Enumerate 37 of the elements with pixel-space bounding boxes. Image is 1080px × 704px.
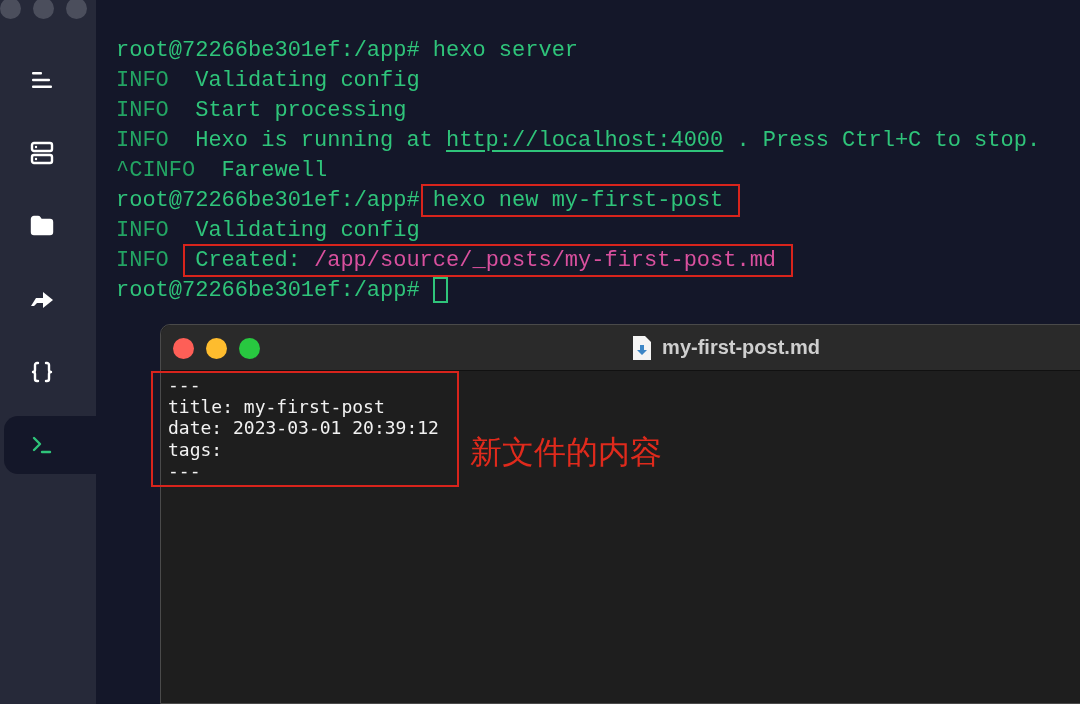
log-level-text: INFO <box>116 127 169 153</box>
menu-icon <box>30 71 52 89</box>
annotation-text: 新文件的内容 <box>469 431 662 473</box>
code-line: --- <box>168 374 202 396</box>
message-text: Start processing <box>195 97 407 123</box>
message-text: Farewell <box>221 157 328 183</box>
arrow-icon <box>30 289 54 309</box>
message-text: Validating config <box>195 217 420 243</box>
file-icon <box>632 334 653 361</box>
log-level-text: INFO <box>116 217 169 243</box>
log-level-text: INFO <box>116 67 169 93</box>
file-path-text: /app/source/_posts/my-first-post.md <box>314 247 777 273</box>
code-line: date: 2023-03-01 20:39:12 <box>168 417 439 439</box>
close-button[interactable] <box>173 338 194 359</box>
code-line: tags: <box>168 438 224 460</box>
code-line: --- <box>168 460 202 482</box>
message-text: Validating config <box>195 67 420 93</box>
link[interactable]: http://localhost:4000 <box>446 127 724 153</box>
log-level-text: ^CINFO <box>116 157 196 183</box>
braces-icon <box>30 360 54 384</box>
prompt-text: root@72266be301ef:/app# <box>116 277 420 303</box>
code-line: title: my-first-post <box>168 395 386 417</box>
prompt-text: root@72266be301ef:/app# <box>116 187 420 213</box>
cursor <box>432 277 448 303</box>
message-text: . Press Ctrl+C to stop. <box>736 127 1041 153</box>
command-text: hexo new my-first-post <box>432 187 724 213</box>
message-text: Hexo is running at <box>195 127 433 153</box>
folder-icon <box>30 214 54 238</box>
message-text: Created: <box>195 247 301 273</box>
server-icon <box>30 141 54 165</box>
log-level-text: INFO <box>116 247 169 273</box>
log-level-text: INFO <box>116 97 169 123</box>
prompt-text: root@72266be301ef:/app# <box>116 37 420 63</box>
zoom-button[interactable] <box>239 338 260 359</box>
minimize-button[interactable] <box>206 338 227 359</box>
command-text: hexo server <box>432 37 579 63</box>
window-title: my-first-post.md <box>662 336 820 359</box>
